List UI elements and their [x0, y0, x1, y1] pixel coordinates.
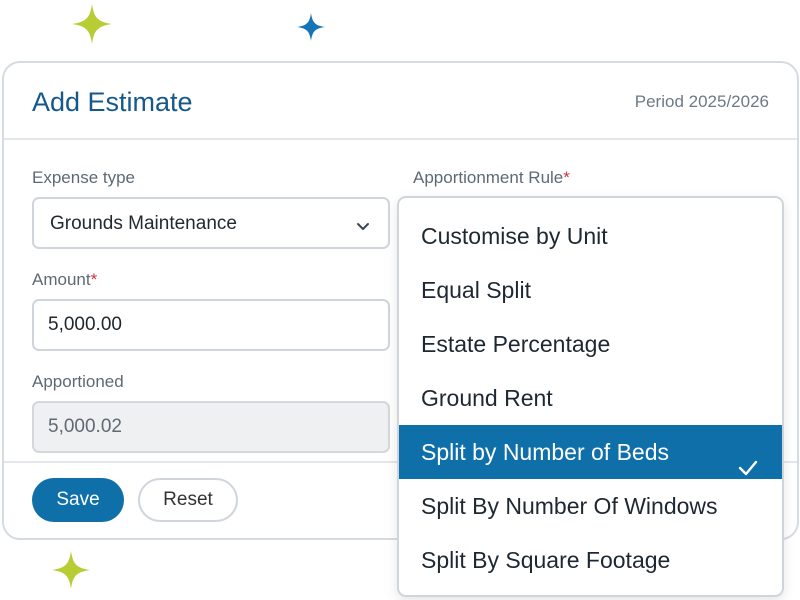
option-split-by-number-of-beds[interactable]: Split by Number of Beds: [399, 425, 782, 479]
option-split-by-number-of-windows[interactable]: Split By Number Of Windows: [399, 479, 782, 533]
apportionment-rule-label: Apportionment Rule*: [413, 168, 570, 187]
sparkle-icon-green-top: [72, 4, 112, 44]
amount-input[interactable]: [32, 299, 390, 351]
period-label: Period 2025/2026: [634, 92, 769, 111]
save-button[interactable]: Save: [32, 478, 124, 522]
option-customise-by-unit[interactable]: Customise by Unit: [399, 209, 782, 263]
expense-type-label: Expense type: [32, 168, 136, 187]
expense-type-select[interactable]: Grounds Maintenance: [32, 197, 390, 249]
apportioned-label: Apportioned: [32, 372, 124, 391]
sparkle-icon-green-bottom: [52, 551, 90, 589]
reset-button[interactable]: Reset: [138, 478, 238, 522]
amount-label: Amount*: [32, 270, 98, 289]
modal-title: Add Estimate: [32, 87, 193, 117]
chevron-down-icon: [356, 219, 370, 237]
option-split-by-square-footage[interactable]: Split By Square Footage: [399, 533, 782, 587]
required-mark: *: [90, 270, 98, 289]
sparkle-icon-blue-top: [297, 13, 325, 41]
option-label: Split by Number of Beds: [421, 439, 670, 465]
option-estate-percentage[interactable]: Estate Percentage: [399, 317, 782, 371]
apportioned-field: [32, 401, 390, 453]
apportionment-rule-dropdown: Customise by Unit Equal Split Estate Per…: [397, 196, 784, 597]
option-equal-split[interactable]: Equal Split: [399, 263, 782, 317]
required-mark: *: [563, 168, 570, 187]
modal-header: Add Estimate Period 2025/2026: [4, 63, 797, 140]
option-ground-rent[interactable]: Ground Rent: [399, 371, 782, 425]
expense-type-value: Grounds Maintenance: [50, 213, 237, 234]
